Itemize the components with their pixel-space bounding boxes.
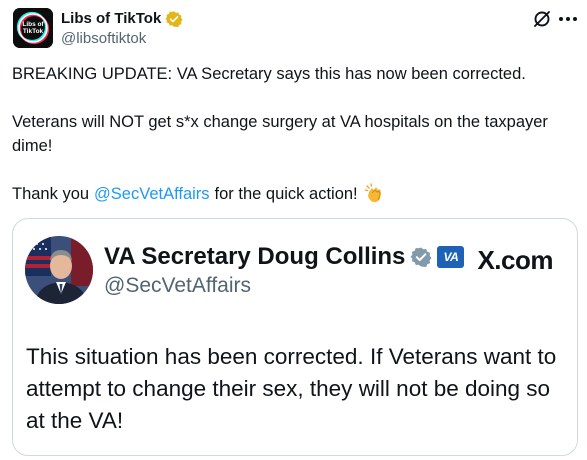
clapping-hands-icon bbox=[364, 183, 386, 205]
card-display-name: VA Secretary Doug Collins bbox=[104, 243, 406, 270]
avatar-text-line1: Libs of bbox=[22, 21, 44, 28]
more-options-button[interactable] bbox=[556, 8, 580, 30]
avatar-text-line2: TikTok bbox=[23, 28, 44, 35]
x-com-label: X.com bbox=[477, 245, 553, 275]
mention-link[interactable]: @SecVetAffairs bbox=[94, 182, 210, 206]
card-name-row: VA Secretary Doug Collins VA bbox=[104, 243, 465, 271]
libs-of-tiktok-logo-icon: Libs of TikTok bbox=[13, 8, 53, 48]
tweet-post: Libs of TikTok Libs of TikTok @libsoftik… bbox=[0, 0, 587, 460]
tweet-text-line3: Thank you @SecVetAffairs for the quick a… bbox=[12, 182, 580, 206]
thanks-text: Thank you bbox=[12, 185, 90, 203]
author-avatar[interactable]: Libs of TikTok bbox=[13, 8, 53, 48]
grok-button[interactable] bbox=[531, 8, 553, 30]
card-author-avatar bbox=[25, 236, 93, 304]
thanks-text-end: for the quick action! bbox=[214, 185, 358, 203]
card-handle: @SecVetAffairs bbox=[104, 274, 251, 297]
portrait-photo-icon bbox=[25, 236, 93, 304]
tweet-text-line2: Veterans will NOT get s*x change surgery… bbox=[12, 113, 548, 155]
verified-badge-icon bbox=[165, 10, 183, 27]
gray-verified-badge-icon bbox=[410, 247, 432, 267]
embedded-post-card[interactable]: VA Secretary Doug Collins VA @SecVetAffa… bbox=[12, 218, 578, 456]
more-icon bbox=[559, 17, 577, 21]
author-display-name[interactable]: Libs of TikTok bbox=[61, 9, 161, 28]
author-name-row: Libs of TikTok bbox=[61, 9, 183, 28]
card-post-text: This situation has been corrected. If Ve… bbox=[26, 344, 557, 433]
tweet-text-line1: BREAKING UPDATE: VA Secretary says this … bbox=[12, 65, 526, 83]
author-handle[interactable]: @libsoftiktok bbox=[61, 29, 146, 48]
va-affiliate-badge: VA bbox=[437, 246, 465, 268]
grok-icon bbox=[534, 11, 550, 27]
